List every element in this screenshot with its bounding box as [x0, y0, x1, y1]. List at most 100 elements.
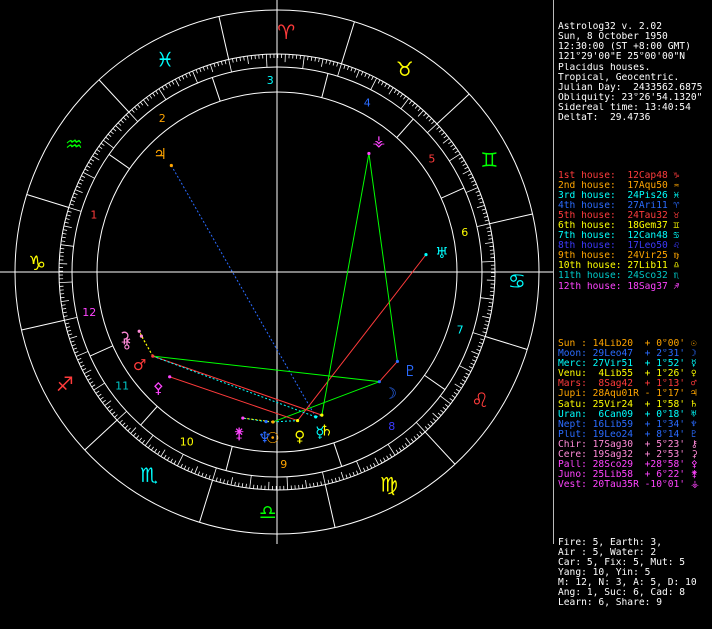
- aspect-line: [243, 418, 266, 422]
- degree-tick: [165, 85, 167, 88]
- planet-name: Cere:: [558, 450, 593, 460]
- house-sign-icon: ♒: [668, 181, 680, 191]
- house-sign-icon: ♏: [668, 271, 680, 281]
- house-cusp-value: 24Sco32: [627, 271, 667, 281]
- degree-tick: [198, 472, 199, 476]
- planet-glyph-icon: ♃: [691, 389, 697, 399]
- degree-tick: [191, 469, 193, 473]
- degree-tick: [207, 66, 208, 70]
- planet-rate: + 1°52': [645, 359, 691, 369]
- degree-tick: [462, 380, 465, 382]
- planet-position: 4Lib55: [593, 369, 645, 379]
- degree-tick: [450, 398, 453, 400]
- degree-tick: [116, 126, 122, 131]
- planet-position: 19Sag32: [593, 450, 645, 460]
- degree-tick: [131, 428, 136, 434]
- degree-tick: [94, 383, 105, 390]
- sign-divider: [490, 214, 533, 224]
- degree-tick: [195, 466, 198, 473]
- planet-name: Moon:: [558, 349, 593, 359]
- degree-tick: [308, 56, 309, 60]
- degree-tick: [76, 351, 88, 356]
- house-cusp-line: [397, 119, 414, 138]
- planet-glyph-icon: ⚳: [119, 329, 130, 347]
- planet-position: 28Aqu01R: [593, 389, 645, 399]
- house-number: 8: [388, 420, 395, 433]
- degree-tick: [440, 396, 450, 404]
- degree-tick: [179, 77, 181, 81]
- planet-glyph-icon: ⚷: [691, 440, 698, 450]
- planet-rate: + 1°13': [645, 379, 691, 389]
- house-row: 8th house: 17Leo50 ♌: [558, 241, 712, 251]
- degree-tick: [315, 57, 316, 61]
- degree-tick: [356, 70, 359, 77]
- house-row: 2nd house: 17Aqu50 ♒: [558, 181, 712, 191]
- house-row: 9th house: 24Vir25 ♍: [558, 251, 712, 261]
- degree-tick: [196, 70, 197, 74]
- degree-tick: [367, 466, 369, 470]
- degree-tick: [164, 455, 166, 458]
- house-row: 6th house: 18Gem37 ♊: [558, 221, 712, 231]
- planet-marker: [424, 253, 427, 256]
- house-sign-icon: ♉: [668, 211, 680, 221]
- degree-tick: [363, 468, 365, 472]
- degree-tick: [321, 481, 322, 485]
- header-line: Tropical, Geocentric.: [558, 73, 712, 83]
- degree-tick: [148, 445, 150, 448]
- degree-tick: [477, 349, 481, 350]
- planet-glyph-icon: ☽: [384, 384, 397, 402]
- header-line: Julian Day: 2433562.6875: [558, 83, 712, 93]
- degree-tick: [487, 231, 491, 232]
- planet-glyph-icon: ♅: [435, 244, 448, 262]
- aspect-line: [153, 356, 322, 415]
- house-label: 1st house:: [558, 171, 627, 181]
- degree-tick: [62, 305, 66, 306]
- degree-tick: [365, 73, 367, 77]
- house-label: 7th house:: [558, 231, 627, 241]
- degree-tick: [232, 59, 233, 63]
- planet-row: Satu: 25Vir24 + 1°58' ♄: [558, 400, 712, 410]
- planet-glyph-icon: ♄: [320, 421, 333, 439]
- degree-tick: [354, 69, 355, 73]
- house-number: 3: [267, 74, 274, 87]
- degree-tick: [64, 316, 68, 317]
- degree-tick: [466, 188, 478, 193]
- degree-tick: [67, 330, 71, 331]
- summary-line: Learn: 6, Share: 9: [558, 598, 712, 608]
- planet-marker: [140, 335, 143, 338]
- degree-tick: [368, 75, 370, 79]
- house-row: 4th house: 27Ari11 ♈: [558, 201, 712, 211]
- planet-name: Mars:: [558, 379, 593, 389]
- degree-tick: [63, 312, 67, 313]
- planet-row: Juno: 25Lib58 + 6°22' ⚵: [558, 470, 712, 480]
- degree-tick: [482, 316, 490, 318]
- degree-tick: [400, 94, 402, 97]
- planet-position: 20Tau35R: [593, 480, 645, 490]
- planet-glyph-icon: ♇: [691, 430, 697, 440]
- degree-tick: [159, 89, 166, 100]
- degree-tick: [122, 423, 125, 426]
- degree-tick: [224, 479, 225, 483]
- degree-tick: [444, 135, 447, 138]
- planet-rate: -10°01': [645, 480, 691, 490]
- degree-tick: [459, 157, 462, 159]
- planet-glyph-icon: ☿: [691, 359, 697, 369]
- degree-tick: [62, 308, 66, 309]
- degree-tick: [420, 432, 423, 435]
- header-line: Obliquity: 23°26'54.1320": [558, 93, 712, 103]
- degree-tick: [61, 301, 69, 302]
- degree-tick: [476, 191, 480, 192]
- degree-tick: [246, 484, 247, 488]
- planet-marker: [264, 420, 267, 423]
- planet-position: 17Sag30: [593, 440, 645, 450]
- degree-tick: [452, 395, 455, 397]
- planet-name: Plut:: [558, 430, 593, 440]
- degree-tick: [477, 205, 485, 207]
- degree-tick: [79, 362, 83, 364]
- planet-position: 8Sag42: [593, 379, 645, 389]
- degree-tick: [213, 468, 217, 480]
- degree-tick: [125, 425, 128, 428]
- planet-name: Pall:: [558, 460, 593, 470]
- degree-tick: [113, 128, 116, 131]
- degree-tick: [347, 66, 348, 70]
